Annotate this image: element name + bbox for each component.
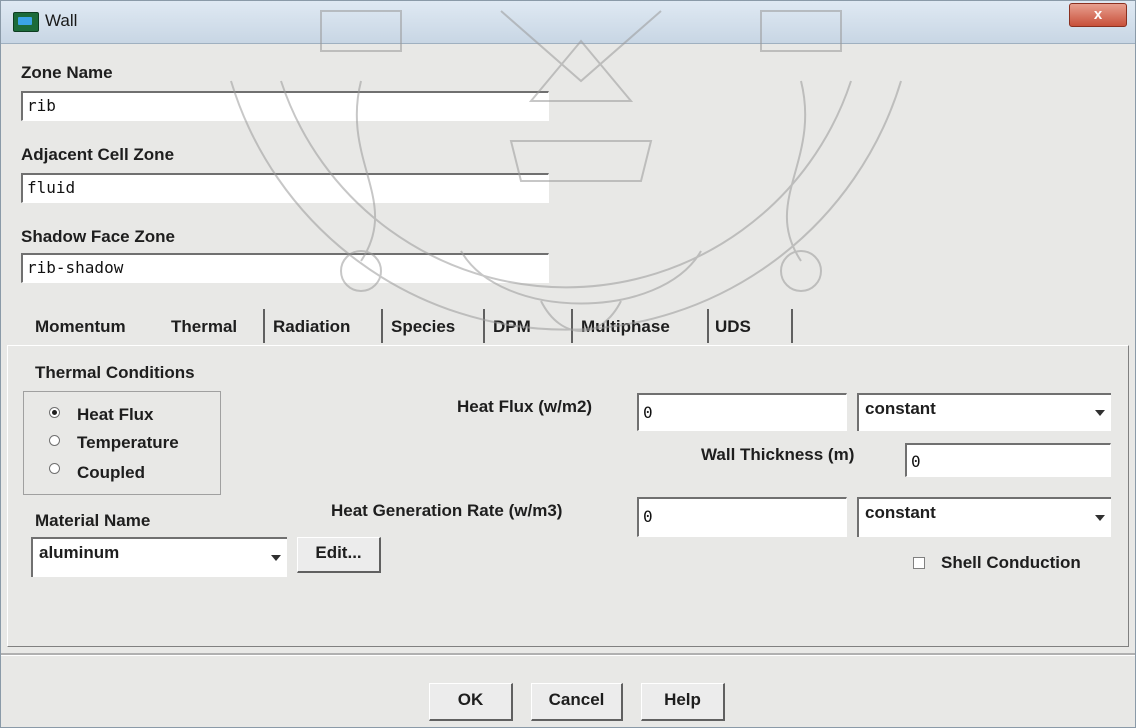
thermal-conditions-label: Thermal Conditions: [35, 363, 195, 382]
edit-material-button[interactable]: Edit...: [297, 537, 381, 573]
heat-generation-method-select[interactable]: constant: [857, 497, 1111, 537]
wall-thickness-field[interactable]: 0: [905, 443, 1111, 477]
temperature-radio-label[interactable]: Temperature: [77, 433, 179, 453]
help-button[interactable]: Help: [641, 683, 725, 721]
window-title: Wall: [45, 11, 78, 30]
heat-flux-radio-label[interactable]: Heat Flux: [77, 405, 154, 425]
tab-multiphase[interactable]: Multiphase: [581, 317, 670, 337]
tab-separator: [263, 309, 265, 343]
divider: [1, 653, 1135, 656]
tab-separator: [707, 309, 709, 343]
heat-generation-method-value: constant: [865, 503, 936, 522]
cancel-button[interactable]: Cancel: [531, 683, 623, 721]
wall-dialog: Wall x Zone Name rib Adjacent Cell Zone …: [0, 0, 1136, 728]
close-button[interactable]: x: [1069, 3, 1127, 27]
heat-flux-method-select[interactable]: constant: [857, 393, 1111, 431]
heat-generation-rate-label: Heat Generation Rate (w/m3): [331, 501, 563, 520]
adjacent-cell-zone-label: Adjacent Cell Zone: [21, 145, 175, 164]
shell-conduction-label[interactable]: Shell Conduction: [941, 553, 1081, 573]
chevron-down-icon: [1095, 410, 1105, 416]
heat-flux-radio[interactable]: [49, 407, 60, 418]
shadow-face-zone-field[interactable]: rib-shadow: [21, 253, 549, 283]
heat-flux-method-value: constant: [865, 399, 936, 418]
chevron-down-icon: [1095, 515, 1105, 521]
zone-name-field[interactable]: rib: [21, 91, 549, 121]
adjacent-cell-zone-field[interactable]: fluid: [21, 173, 549, 203]
tab-momentum[interactable]: Momentum: [35, 317, 126, 337]
tab-radiation[interactable]: Radiation: [273, 317, 350, 337]
title-bar[interactable]: Wall x: [1, 1, 1135, 44]
tab-separator: [571, 309, 573, 343]
temperature-radio[interactable]: [49, 435, 60, 446]
chevron-down-icon: [271, 555, 281, 561]
tab-separator: [483, 309, 485, 343]
coupled-radio-label[interactable]: Coupled: [77, 463, 145, 483]
material-name-select[interactable]: aluminum: [31, 537, 287, 577]
tab-separator: [791, 309, 793, 343]
coupled-radio[interactable]: [49, 463, 60, 474]
heat-flux-field[interactable]: 0: [637, 393, 847, 431]
tab-separator: [381, 309, 383, 343]
zone-name-label: Zone Name: [21, 63, 113, 82]
heat-flux-label: Heat Flux (w/m2): [457, 397, 593, 416]
material-name-value: aluminum: [39, 543, 120, 562]
shadow-face-zone-label: Shadow Face Zone: [21, 227, 175, 246]
fluent-app-icon: [13, 12, 39, 32]
tab-dpm[interactable]: DPM: [493, 317, 531, 337]
tab-uds[interactable]: UDS: [715, 317, 751, 337]
shell-conduction-checkbox[interactable]: [913, 557, 925, 569]
material-name-label: Material Name: [35, 511, 151, 530]
tab-thermal[interactable]: Thermal: [171, 317, 237, 337]
ok-button[interactable]: OK: [429, 683, 513, 721]
heat-generation-rate-field[interactable]: 0: [637, 497, 847, 537]
tab-species[interactable]: Species: [391, 317, 455, 337]
wall-thickness-label: Wall Thickness (m): [701, 445, 855, 464]
